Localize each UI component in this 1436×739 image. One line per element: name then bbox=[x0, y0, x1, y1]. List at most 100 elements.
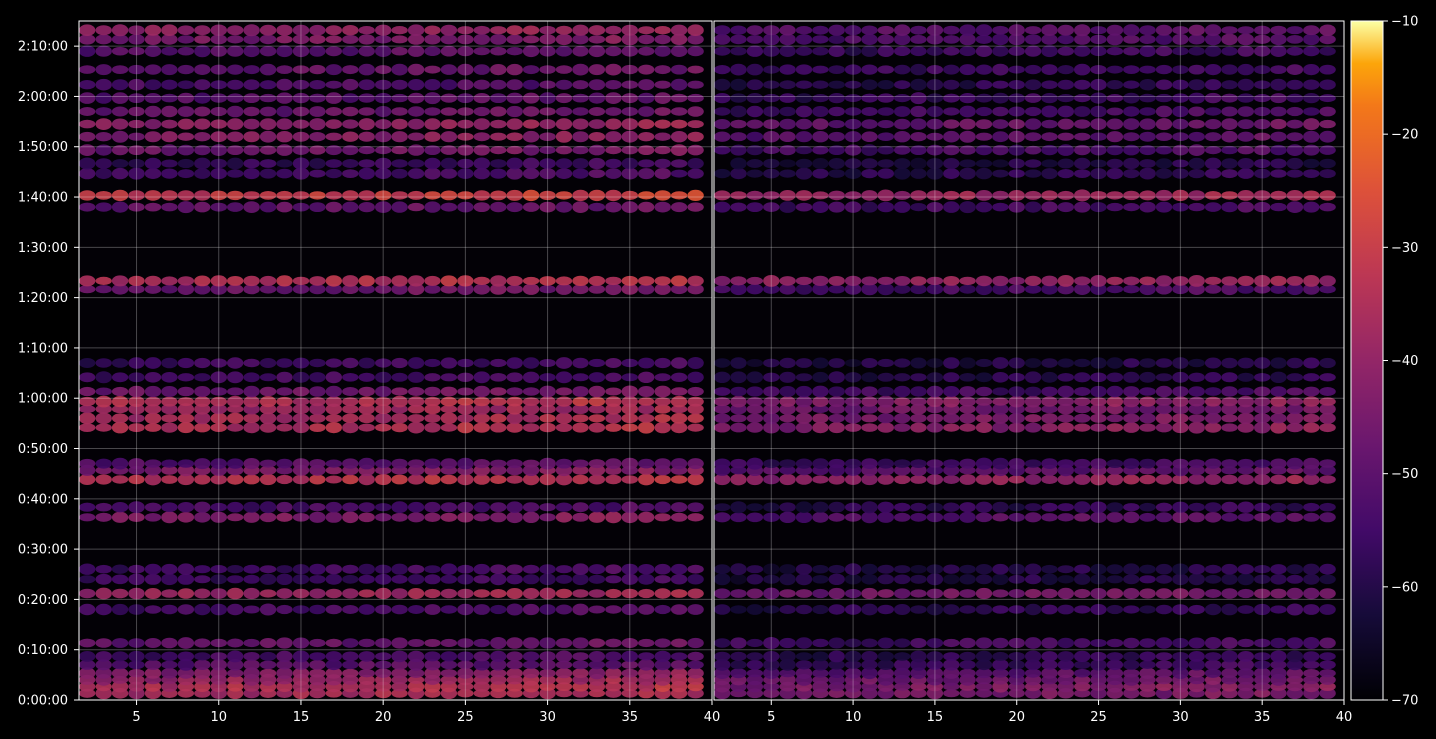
heatmap-cell bbox=[1221, 423, 1238, 432]
heatmap-cell bbox=[506, 588, 523, 599]
heatmap-cell bbox=[795, 64, 813, 75]
heatmap-cell bbox=[1221, 26, 1238, 35]
heatmap-cell bbox=[877, 168, 894, 179]
heatmap-cell bbox=[975, 34, 993, 45]
heatmap-cell bbox=[1106, 107, 1124, 116]
heatmap-cell bbox=[391, 512, 408, 522]
heatmap-cell bbox=[276, 637, 293, 649]
heatmap-cell bbox=[1221, 414, 1238, 423]
heatmap-cell bbox=[177, 132, 195, 141]
heatmap-cell bbox=[522, 459, 540, 468]
heatmap-cell bbox=[111, 130, 129, 143]
heatmap-cell bbox=[473, 47, 490, 56]
heatmap-cell bbox=[1041, 564, 1058, 574]
heatmap-cell bbox=[605, 168, 622, 179]
heatmap-cell bbox=[1286, 79, 1304, 90]
heatmap-cell bbox=[687, 189, 704, 201]
heatmap-cell bbox=[812, 458, 829, 469]
heatmap-cell bbox=[1123, 474, 1140, 485]
heatmap-cell bbox=[424, 422, 441, 433]
heatmap-cell bbox=[161, 159, 178, 168]
heatmap-cell bbox=[1204, 637, 1222, 649]
heatmap-cell bbox=[670, 159, 688, 168]
heatmap-cell bbox=[795, 563, 813, 575]
heatmap-cell bbox=[714, 201, 731, 213]
y-tick-label: 1:50:00 bbox=[18, 140, 68, 155]
heatmap-cell bbox=[1188, 34, 1205, 45]
heatmap-cell bbox=[828, 190, 845, 201]
heatmap-cell bbox=[1057, 604, 1075, 615]
heatmap-cell bbox=[490, 422, 507, 433]
heatmap-cell bbox=[276, 78, 293, 91]
heatmap-cell bbox=[1204, 79, 1222, 91]
heatmap-cell bbox=[714, 564, 731, 575]
heatmap-cell bbox=[1123, 422, 1140, 433]
x-tick-label: 30 bbox=[539, 710, 556, 725]
heatmap-cell bbox=[1204, 24, 1222, 37]
x-tick-label: 5 bbox=[767, 710, 775, 725]
heatmap-cell bbox=[1139, 667, 1156, 679]
heatmap-cell bbox=[1204, 202, 1222, 212]
heatmap-cell bbox=[992, 131, 1009, 143]
heatmap-cell bbox=[342, 574, 359, 584]
heatmap-cell bbox=[1286, 650, 1304, 663]
heatmap-cell bbox=[730, 191, 747, 200]
heatmap-cell bbox=[687, 564, 704, 574]
heatmap-cell bbox=[95, 168, 112, 180]
heatmap-cell bbox=[1074, 132, 1091, 141]
heatmap-cell bbox=[687, 588, 704, 599]
heatmap-cell bbox=[177, 459, 195, 468]
heatmap-cell bbox=[894, 652, 911, 661]
heatmap-cell bbox=[828, 65, 845, 74]
heatmap-cell bbox=[714, 275, 731, 286]
heatmap-cell bbox=[1057, 385, 1075, 398]
heatmap-cell bbox=[490, 573, 507, 586]
heatmap-cell bbox=[1270, 106, 1287, 117]
heatmap-cell bbox=[144, 119, 162, 130]
heatmap-cell bbox=[1286, 119, 1304, 129]
heatmap-cell bbox=[1204, 157, 1222, 170]
heatmap-cell bbox=[572, 373, 589, 382]
heatmap-cell bbox=[1123, 503, 1140, 512]
heatmap-cell bbox=[111, 638, 129, 648]
heatmap-cell bbox=[259, 473, 277, 486]
heatmap-cell bbox=[894, 94, 911, 103]
heatmap-cell bbox=[1074, 372, 1091, 383]
heatmap-cell bbox=[1123, 395, 1140, 408]
heatmap-cell bbox=[522, 413, 540, 423]
heatmap-cell bbox=[144, 79, 162, 90]
heatmap-cell bbox=[877, 574, 894, 585]
heatmap-cell bbox=[79, 107, 96, 116]
heatmap-cell bbox=[407, 118, 425, 130]
heatmap-cell bbox=[194, 45, 211, 58]
heatmap-cell bbox=[943, 652, 960, 661]
heatmap-cell bbox=[730, 357, 747, 369]
heatmap-cell bbox=[177, 512, 195, 523]
heatmap-cell bbox=[111, 564, 129, 574]
heatmap-cell bbox=[588, 64, 606, 76]
heatmap-cell bbox=[992, 422, 1009, 433]
heatmap-cell bbox=[227, 131, 244, 142]
heatmap-cell bbox=[309, 106, 326, 117]
heatmap-cell bbox=[894, 659, 911, 671]
heatmap-cell bbox=[522, 119, 540, 129]
heatmap-cell bbox=[259, 93, 277, 103]
heatmap-cell bbox=[1057, 414, 1075, 423]
heatmap-cell bbox=[194, 638, 211, 648]
heatmap-cell bbox=[894, 413, 911, 424]
heatmap-cell bbox=[1041, 573, 1058, 586]
heatmap-cell bbox=[424, 275, 441, 286]
heatmap-cell bbox=[730, 414, 747, 423]
heatmap-cell bbox=[276, 565, 293, 574]
heatmap-cell bbox=[1270, 574, 1287, 585]
heatmap-cell bbox=[730, 202, 747, 212]
heatmap-cell bbox=[1057, 565, 1075, 574]
heatmap-cell bbox=[243, 358, 260, 368]
heatmap-cell bbox=[440, 157, 458, 170]
heatmap-cell bbox=[342, 651, 359, 662]
heatmap-cell bbox=[259, 358, 277, 368]
heatmap-cell bbox=[555, 668, 573, 679]
heatmap-cell bbox=[1188, 144, 1205, 157]
heatmap-cell bbox=[779, 106, 796, 117]
heatmap-cell bbox=[1106, 459, 1124, 468]
